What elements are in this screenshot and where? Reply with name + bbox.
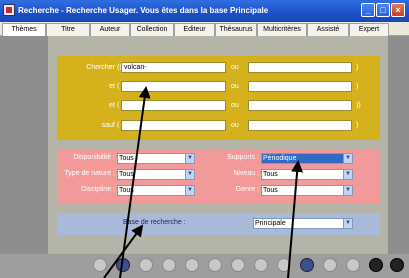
discipline-value: Tous bbox=[119, 187, 134, 194]
tab-auteur[interactable]: Auteur bbox=[90, 23, 130, 36]
base-panel: Base de recherche : Principale ▼ bbox=[57, 213, 380, 235]
niveau-label: Niveau : bbox=[233, 170, 259, 177]
search-row: et ( ou )) bbox=[57, 99, 380, 113]
chevron-down-icon: ▼ bbox=[343, 154, 352, 163]
search-term-input[interactable] bbox=[121, 100, 226, 111]
open-paren: ( bbox=[117, 122, 120, 129]
chevron-down-icon: ▼ bbox=[343, 219, 352, 228]
discipline-select[interactable]: Tous ▼ bbox=[117, 185, 195, 196]
close-paren: ) bbox=[356, 122, 359, 129]
disponibilite-label: Disponibilité : bbox=[73, 154, 115, 161]
or-term-input[interactable] bbox=[248, 120, 352, 131]
genre-label: Genre : bbox=[235, 186, 259, 193]
discipline-label: Discipline : bbox=[81, 186, 115, 193]
supports-label: Supports : bbox=[227, 154, 259, 161]
search-term-input[interactable]: volcan- bbox=[121, 62, 226, 73]
close-icon[interactable] bbox=[369, 258, 383, 272]
base-label: Base de recherche : bbox=[123, 219, 186, 226]
base-select[interactable]: Principale ▼ bbox=[253, 218, 353, 229]
window-title: Recherche - Recherche Usager. Vous êtes … bbox=[18, 6, 269, 15]
niveau-select[interactable]: Tous ▼ bbox=[261, 169, 353, 180]
round-button-icon[interactable] bbox=[323, 258, 337, 272]
minimize-button[interactable]: _ bbox=[361, 3, 375, 17]
search-term-input[interactable] bbox=[121, 120, 226, 131]
chevron-down-icon: ▼ bbox=[343, 170, 352, 179]
disponibilite-value: Tous bbox=[119, 155, 134, 162]
eye-icon[interactable] bbox=[116, 258, 130, 272]
open-paren: ( bbox=[117, 83, 120, 90]
tab-thesaurus[interactable]: Thésaurus bbox=[215, 23, 257, 36]
type-nature-value: Tous bbox=[119, 171, 134, 178]
round-button-icon[interactable] bbox=[208, 258, 222, 272]
tab-multicriteres[interactable]: Multicritères bbox=[257, 23, 307, 36]
niveau-value: Tous bbox=[263, 171, 278, 178]
or-term-input[interactable] bbox=[248, 81, 352, 92]
open-paren: ( bbox=[117, 102, 120, 109]
or-term-input[interactable] bbox=[248, 100, 352, 111]
tab-assiste[interactable]: Assisté bbox=[307, 23, 349, 36]
disponibilite-select[interactable]: Tous ▼ bbox=[117, 153, 195, 164]
close-button[interactable]: × bbox=[391, 3, 405, 17]
maximize-button[interactable]: □ bbox=[376, 3, 390, 17]
chevron-down-icon: ▼ bbox=[185, 170, 194, 179]
chevron-down-icon: ▼ bbox=[343, 186, 352, 195]
search-row-label: et bbox=[109, 83, 115, 90]
round-button-icon[interactable] bbox=[93, 258, 107, 272]
search-term-input[interactable] bbox=[121, 81, 226, 92]
round-button-icon[interactable] bbox=[346, 258, 360, 272]
grid-icon[interactable] bbox=[254, 258, 268, 272]
close-paren: )) bbox=[356, 102, 361, 109]
search-panel: Chercher (( volcan- ou ) et ( ou ) et ( … bbox=[57, 56, 380, 140]
or-label: ou bbox=[231, 83, 239, 90]
search-row-label: et bbox=[109, 102, 115, 109]
search-row-label: Chercher bbox=[86, 64, 115, 71]
type-nature-label: Type de nature : bbox=[64, 170, 115, 177]
genre-value: Tous bbox=[263, 187, 278, 194]
base-value: Principale bbox=[255, 220, 286, 227]
tab-themes[interactable]: Thèmes bbox=[2, 23, 46, 36]
search-row: Chercher (( volcan- ou ) bbox=[57, 61, 380, 75]
help-icon[interactable] bbox=[390, 258, 404, 272]
tab-titre[interactable]: Titre bbox=[46, 23, 90, 36]
supports-value: Périodique bbox=[263, 155, 297, 162]
round-button-icon[interactable] bbox=[277, 258, 291, 272]
tools-icon[interactable] bbox=[139, 258, 153, 272]
or-label: ou bbox=[231, 122, 239, 129]
close-paren: ) bbox=[356, 83, 359, 90]
search-row: et ( ou ) bbox=[57, 80, 380, 94]
title-bar: Recherche - Recherche Usager. Vous êtes … bbox=[0, 0, 409, 22]
filter-panel: Disponibilité : Tous ▼ Type de nature : … bbox=[57, 149, 380, 203]
toolbar bbox=[0, 254, 409, 278]
tab-expert[interactable]: Expert bbox=[349, 23, 389, 36]
clear-icon[interactable] bbox=[185, 258, 199, 272]
round-button-icon[interactable] bbox=[162, 258, 176, 272]
round-button-icon[interactable] bbox=[231, 258, 245, 272]
chevron-down-icon: ▼ bbox=[185, 154, 194, 163]
supports-select[interactable]: Périodique ▼ bbox=[261, 153, 353, 164]
type-nature-select[interactable]: Tous ▼ bbox=[117, 169, 195, 180]
chevron-down-icon: ▼ bbox=[185, 186, 194, 195]
search-row: sauf ( ou ) bbox=[57, 119, 380, 133]
tab-bar: Thèmes Titre Auteur Collection Editeur T… bbox=[0, 22, 409, 36]
or-label: ou bbox=[231, 102, 239, 109]
tab-editeur[interactable]: Editeur bbox=[174, 23, 215, 36]
tab-collection[interactable]: Collection bbox=[130, 23, 174, 36]
search-row-label: sauf bbox=[101, 122, 115, 129]
app-icon bbox=[3, 4, 15, 16]
genre-select[interactable]: Tous ▼ bbox=[261, 185, 353, 196]
or-label: ou bbox=[231, 64, 239, 71]
or-term-input[interactable] bbox=[248, 62, 352, 73]
globe-icon[interactable] bbox=[300, 258, 314, 272]
close-paren: ) bbox=[356, 64, 359, 71]
